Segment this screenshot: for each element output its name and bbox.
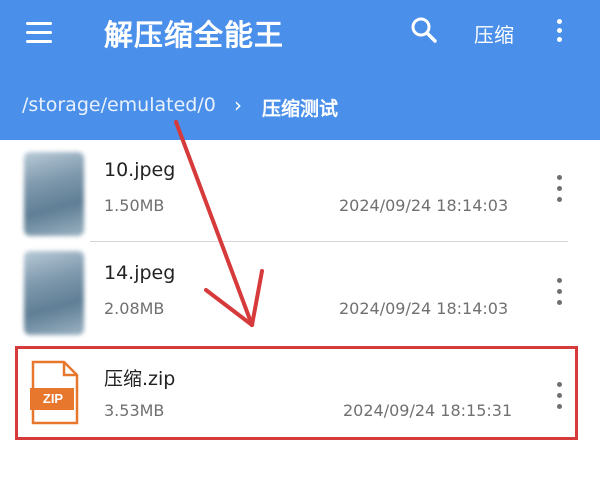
dot: [557, 404, 562, 409]
dot: [557, 278, 562, 283]
compress-button[interactable]: 压缩: [474, 19, 514, 48]
dot: [557, 382, 562, 387]
dot: [557, 37, 562, 42]
dot: [557, 289, 562, 294]
image-thumbnail: [24, 251, 84, 335]
file-size: 3.53MB: [104, 401, 165, 420]
more-vertical-icon[interactable]: [548, 380, 572, 414]
dot: [557, 19, 562, 24]
dot: [557, 186, 562, 191]
file-list: 10.jpeg 1.50MB 2024/09/24 18:14:03 14.jp…: [0, 140, 600, 488]
file-name: 压缩.zip: [104, 368, 176, 390]
file-date: 2024/09/24 18:15:31: [343, 401, 513, 420]
menu-line: [26, 31, 52, 34]
file-size: 2.08MB: [104, 299, 165, 318]
file-date: 2024/09/24 18:14:03: [339, 196, 509, 215]
file-row-zip[interactable]: ZIP 压缩.zip 3.53MB 2024/09/24 18:15:31: [0, 346, 600, 450]
image-thumbnail: [24, 152, 84, 236]
file-name: 14.jpeg: [104, 262, 176, 284]
more-vertical-icon[interactable]: [548, 173, 572, 207]
search-icon-glyph: [411, 17, 437, 43]
search-icon[interactable]: [408, 14, 440, 46]
menu-line: [26, 40, 52, 43]
dot: [557, 28, 562, 33]
dot: [557, 393, 562, 398]
divider: [90, 241, 568, 242]
file-row-14-jpeg[interactable]: 14.jpeg 2.08MB 2024/09/24 18:14:03: [0, 243, 600, 347]
dot: [557, 197, 562, 202]
file-date: 2024/09/24 18:14:03: [339, 299, 509, 318]
file-name: 10.jpeg: [104, 159, 176, 181]
breadcrumb-root-path[interactable]: /storage/emulated/0: [22, 94, 216, 116]
more-vertical-icon[interactable]: [548, 16, 572, 46]
hamburger-menu-icon[interactable]: [24, 18, 56, 46]
dot: [557, 300, 562, 305]
dot: [557, 175, 562, 180]
app-bar: 解压缩全能王 压缩 /storage/emulated/0 › 压缩测试: [0, 0, 600, 140]
file-row-10-jpeg[interactable]: 10.jpeg 1.50MB 2024/09/24 18:14:03: [0, 140, 600, 244]
toolbar: 解压缩全能王 压缩: [0, 0, 600, 64]
app-title: 解压缩全能王: [104, 18, 285, 52]
more-vertical-icon[interactable]: [548, 276, 572, 310]
file-size: 1.50MB: [104, 196, 165, 215]
zip-badge-label: ZIP: [42, 391, 64, 406]
breadcrumb-current-folder[interactable]: 压缩测试: [262, 94, 338, 121]
menu-line: [26, 22, 52, 25]
zip-file-icon: ZIP: [30, 360, 80, 426]
chevron-right-icon: ›: [234, 93, 242, 117]
